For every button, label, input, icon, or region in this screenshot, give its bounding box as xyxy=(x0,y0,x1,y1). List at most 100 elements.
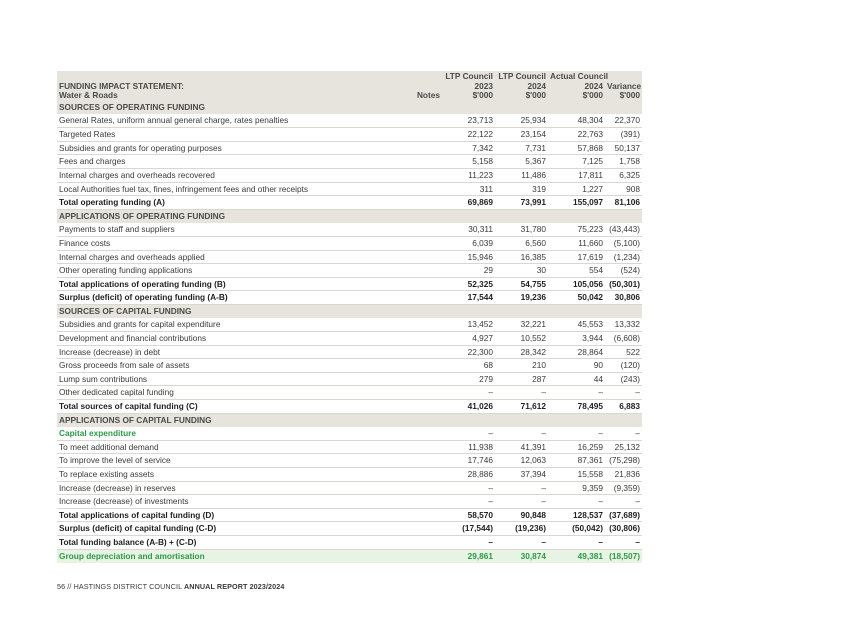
total-row: Total funding balance (A-B) + (C-D) – – – – xyxy=(57,535,642,550)
table-row: Lump sum contributions 279 287 44 (243) xyxy=(57,372,642,387)
row-notes xyxy=(356,535,442,550)
ltp-2024-cell: 7,731 xyxy=(495,141,548,156)
variance-cell: 1,758 xyxy=(605,154,642,169)
row-notes xyxy=(356,250,442,265)
row-notes xyxy=(356,508,442,523)
ltp-2023-cell: 41,026 xyxy=(442,399,495,414)
ltp-2024-cell: 16,385 xyxy=(495,250,548,265)
actual-2024-cell xyxy=(548,304,605,318)
footer-prefix: 56 // HASTINGS DISTRICT COUNCIL xyxy=(57,582,185,591)
ltp-2024-cell: 37,394 xyxy=(495,467,548,482)
variance-cell: 30,806 xyxy=(605,290,642,305)
row-notes xyxy=(356,209,442,223)
variance-cell: 6,325 xyxy=(605,168,642,183)
ltp-2023-cell: 5,158 xyxy=(442,154,495,169)
variance-cell: (18,507) xyxy=(605,549,642,563)
actual-2024-cell: 75,223 xyxy=(548,222,605,237)
variance-cell: 81,106 xyxy=(605,195,642,210)
col-ltp-2023-header: LTP Council 2023 $'000 xyxy=(445,71,493,100)
row-label: Other dedicated capital funding xyxy=(57,385,356,401)
actual-2024-cell: 78,495 xyxy=(548,399,605,414)
variance-cell: (75,298) xyxy=(605,453,642,469)
row-notes xyxy=(356,413,442,427)
ltp-2023-cell: 22,300 xyxy=(442,345,495,360)
row-label: Total sources of capital funding (C) xyxy=(57,399,356,414)
actual-2024-cell xyxy=(548,100,605,115)
total-row: Surplus (deficit) of operating funding (… xyxy=(57,290,642,305)
ltp-2023-cell: 23,713 xyxy=(442,114,495,129)
actual-2024-cell: 17,811 xyxy=(548,168,605,183)
table-row: To meet additional demand 11,938 41,391 16,… xyxy=(57,440,642,455)
ltp-2024-cell: 41,391 xyxy=(495,440,548,455)
row-label: Development and financial contributions xyxy=(57,331,356,346)
table-row: Gross proceeds from sale of assets 68 210 9… xyxy=(57,358,642,373)
row-notes xyxy=(356,304,442,318)
funding-table: FUNDING IMPACT STATEMENT: Water & Roads … xyxy=(57,71,642,563)
footer-report-title: ANNUAL REPORT 2023/2024 xyxy=(184,582,285,591)
ltp-2023-cell: – xyxy=(442,494,495,509)
table-row: Payments to staff and suppliers 30,311 31,… xyxy=(57,222,642,237)
actual-2024-cell: 22,763 xyxy=(548,127,605,142)
row-label: Gross proceeds from sale of assets xyxy=(57,358,356,373)
row-notes xyxy=(356,345,442,360)
variance-cell: (6,608) xyxy=(605,331,642,346)
ltp-2024-cell: 12,063 xyxy=(495,453,548,469)
ltp-2023-cell: 4,927 xyxy=(442,331,495,346)
table-row: General Rates, uniform annual general ch… xyxy=(57,114,642,129)
variance-cell: – xyxy=(605,494,642,509)
row-notes xyxy=(356,399,442,414)
funding-impact-statement: FUNDING IMPACT STATEMENT: Water & Roads … xyxy=(57,71,642,563)
table-row: Internal charges and overheads applied 15… xyxy=(57,250,642,265)
actual-2024-cell: 1,227 xyxy=(548,182,605,197)
ltp-2024-cell: 287 xyxy=(495,372,548,387)
row-notes xyxy=(356,426,442,441)
ltp-2023-cell: 22,122 xyxy=(442,127,495,142)
ltp-2024-cell: 73,991 xyxy=(495,195,548,210)
row-notes xyxy=(356,521,442,536)
row-label: APPLICATIONS OF CAPITAL FUNDING xyxy=(57,413,356,427)
actual-2024-cell: 57,868 xyxy=(548,141,605,156)
row-label: Increase (decrease) in reserves xyxy=(57,481,356,496)
ltp-2024-cell: – xyxy=(495,426,548,441)
table-row: Group depreciation and amortisation 29,86… xyxy=(57,549,642,563)
table-row: To improve the level of service 17,746 12,… xyxy=(57,453,642,469)
table-row: Finance costs 6,039 6,560 11,660 (5,100) xyxy=(57,236,642,251)
variance-cell: 908 xyxy=(605,182,642,197)
row-label: Total applications of capital funding (D… xyxy=(57,508,356,523)
row-label: To replace existing assets xyxy=(57,467,356,482)
ltp-2024-cell: 31,780 xyxy=(495,222,548,237)
actual-2024-cell: 11,660 xyxy=(548,236,605,251)
row-notes xyxy=(356,263,442,278)
table-row: Other operating funding applications 29 30… xyxy=(57,263,642,278)
ltp-2024-cell: – xyxy=(495,481,548,496)
variance-cell: 50,137 xyxy=(605,141,642,156)
actual-2024-cell: 9,359 xyxy=(548,481,605,496)
ltp-2023-cell: (17,544) xyxy=(442,521,495,536)
page-footer: 56 // HASTINGS DISTRICT COUNCIL ANNUAL R… xyxy=(57,582,284,591)
variance-cell: (43,443) xyxy=(605,222,642,237)
row-label: APPLICATIONS OF OPERATING FUNDING xyxy=(57,209,356,223)
ltp-2024-cell: 11,486 xyxy=(495,168,548,183)
ltp-2024-cell: 25,934 xyxy=(495,114,548,129)
table-row: To replace existing assets 28,886 37,394 15… xyxy=(57,467,642,482)
ltp-2023-cell: 29 xyxy=(442,263,495,278)
row-label: Fees and charges xyxy=(57,154,356,169)
row-notes xyxy=(356,358,442,373)
ltp-2023-cell xyxy=(442,413,495,427)
total-row: Total sources of capital funding (C) 41,0… xyxy=(57,399,642,414)
row-label: Group depreciation and amortisation xyxy=(57,549,356,563)
ltp-2023-cell: 29,861 xyxy=(442,549,495,563)
row-label: SOURCES OF CAPITAL FUNDING xyxy=(57,304,356,318)
actual-2024-cell: 128,537 xyxy=(548,508,605,523)
section-row: APPLICATIONS OF CAPITAL FUNDING xyxy=(57,413,642,427)
total-row: Total applications of operating funding … xyxy=(57,277,642,292)
variance-cell xyxy=(605,413,642,427)
variance-cell xyxy=(605,304,642,318)
row-notes xyxy=(356,100,442,115)
total-row: Surplus (deficit) of capital funding (C-… xyxy=(57,521,642,536)
table-header: FUNDING IMPACT STATEMENT: Water & Roads … xyxy=(57,71,642,101)
variance-cell: – xyxy=(605,385,642,401)
row-label: Local Authorities fuel tax, fines, infri… xyxy=(57,182,356,197)
ltp-2023-cell: 279 xyxy=(442,372,495,387)
actual-2024-cell: 3,944 xyxy=(548,331,605,346)
